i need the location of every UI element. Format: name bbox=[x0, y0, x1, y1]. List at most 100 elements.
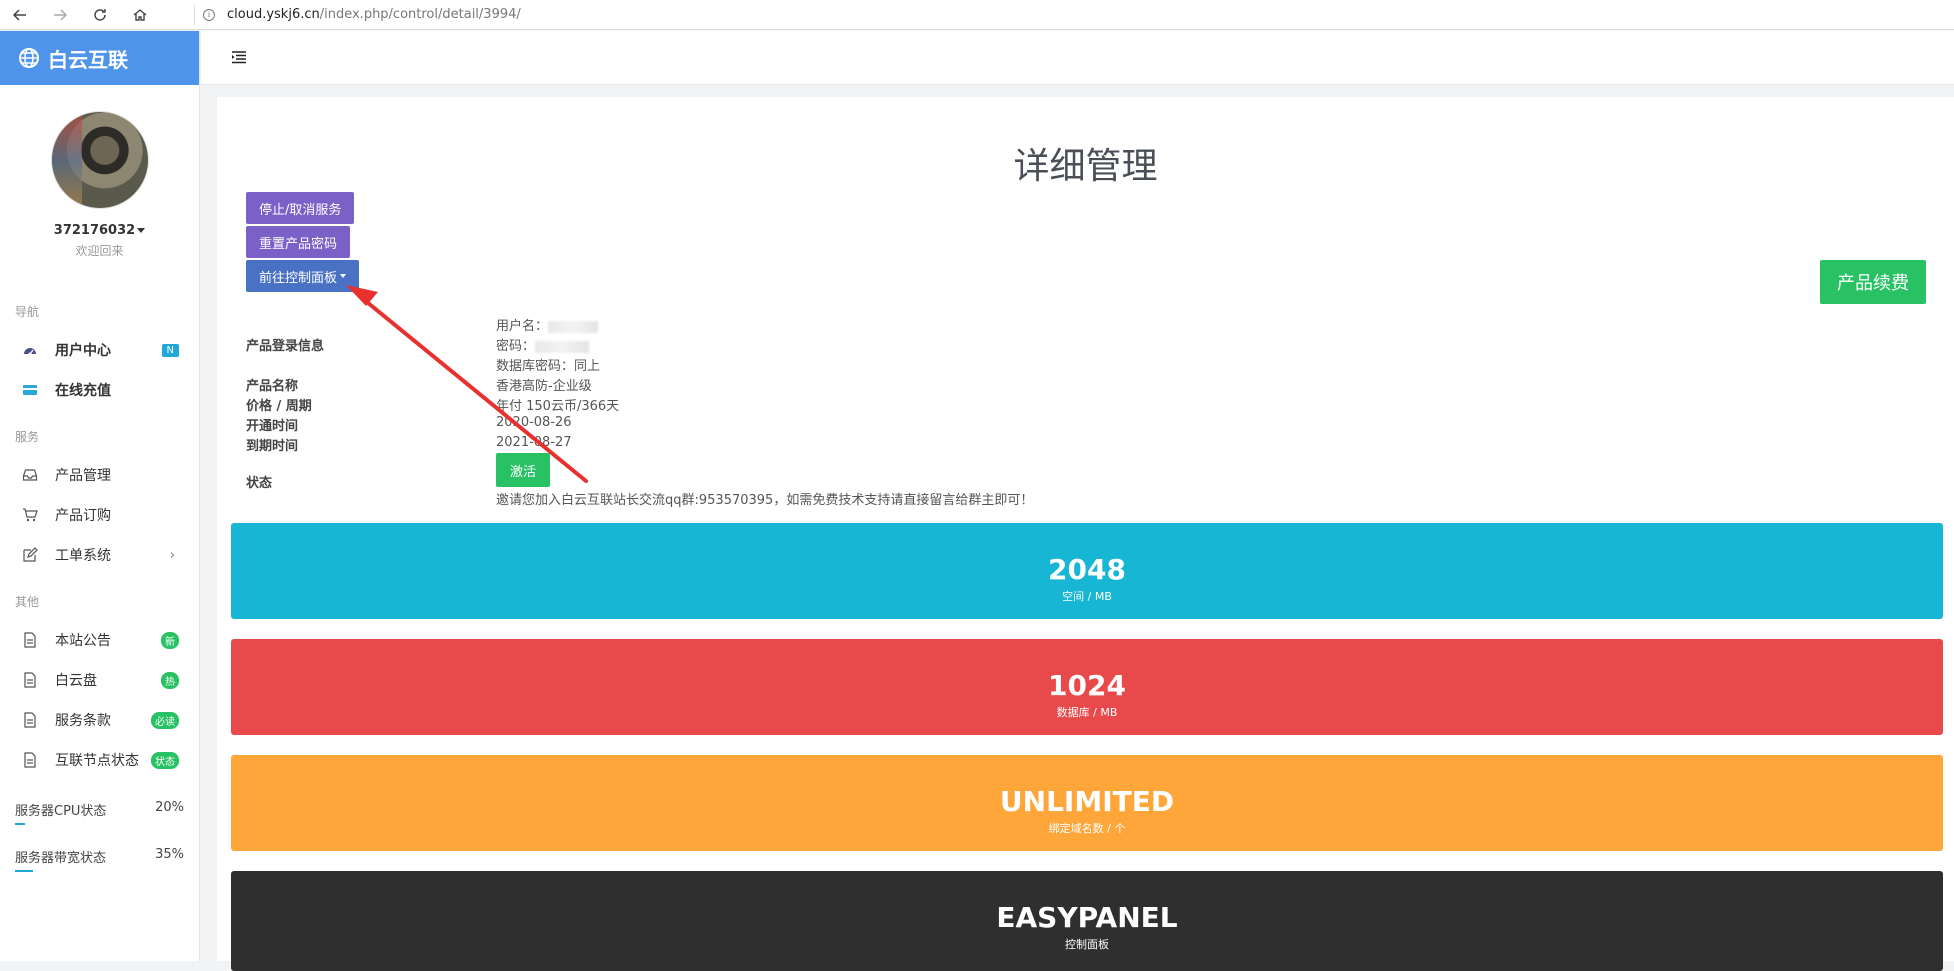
edit-icon bbox=[22, 547, 38, 563]
hot-badge: 热 bbox=[161, 671, 179, 689]
expire-date-value: 2021-08-27 bbox=[496, 435, 572, 450]
reset-password-label: 重置产品密码 bbox=[259, 236, 338, 252]
disk-space-value: 2048 bbox=[1048, 553, 1126, 586]
sidebar-item-terms[interactable]: 服务条款 必读 bbox=[0, 700, 199, 740]
detail-card: 详细管理 停止/取消服务 重置产品密码 前往控制面板 产品续费 用户名： 产品登… bbox=[217, 97, 1954, 971]
top-header bbox=[201, 31, 1954, 85]
database-value: 1024 bbox=[1048, 669, 1126, 702]
control-panel-label: 前往控制面板 bbox=[259, 270, 338, 286]
new-badge: N bbox=[161, 343, 179, 357]
sidebar-item-user-center[interactable]: 用户中心 N bbox=[0, 330, 199, 370]
sidebar-item-ticket-system[interactable]: 工单系统 › bbox=[0, 535, 199, 575]
bandwidth-status-label: 服务器带宽状态 bbox=[15, 851, 107, 866]
price-value: 年付 150云币/366天 bbox=[496, 399, 620, 414]
open-date-label: 开通时间 bbox=[246, 419, 299, 434]
sidebar-item-label: 互联节点状态 bbox=[55, 753, 139, 769]
sidebar-item-product-order[interactable]: 产品订购 bbox=[0, 495, 199, 535]
product-name-label: 产品名称 bbox=[246, 379, 299, 394]
open-date-value: 2020-08-26 bbox=[496, 415, 572, 430]
stop-service-button[interactable]: 停止/取消服务 bbox=[246, 192, 355, 224]
forward-button[interactable] bbox=[40, 0, 80, 30]
cpu-progress-bar bbox=[15, 823, 184, 825]
browser-toolbar: i cloud.yskj6.cn/index.php/control/detai… bbox=[0, 0, 1954, 30]
back-button[interactable] bbox=[0, 0, 40, 30]
product-name-value: 香港高防-企业级 bbox=[496, 379, 592, 394]
username-label: 用户名： bbox=[496, 319, 549, 334]
caret-down-icon bbox=[340, 274, 347, 278]
welcome-text: 欢迎回来 bbox=[75, 244, 124, 258]
domains-card: UNLIMITED 绑定域名数 / 个 bbox=[231, 755, 1943, 851]
caret-down-icon bbox=[137, 228, 146, 233]
status-badge: 状态 bbox=[151, 751, 179, 769]
sidebar-item-label: 产品管理 bbox=[55, 468, 111, 484]
new-badge: 新 bbox=[161, 631, 179, 649]
menu-toggle-icon[interactable] bbox=[231, 50, 247, 64]
sidebar-item-node-status[interactable]: 互联节点状态 状态 bbox=[0, 740, 199, 780]
control-panel-card: EASYPANEL 控制面板 bbox=[231, 871, 1943, 971]
url-host: cloud.yskj6.cn bbox=[227, 7, 320, 22]
username-dropdown[interactable]: 372176032 bbox=[0, 223, 199, 238]
redacted-username bbox=[548, 320, 599, 333]
home-button[interactable] bbox=[120, 0, 160, 30]
sidebar-item-label: 产品订购 bbox=[55, 508, 111, 524]
activate-button[interactable]: 激活 bbox=[496, 453, 550, 487]
brand-name: 白云互联 bbox=[48, 47, 128, 72]
address-bar[interactable]: cloud.yskj6.cn/index.php/control/detail/… bbox=[227, 7, 521, 22]
chevron-right-icon: › bbox=[169, 547, 175, 563]
sidebar-item-label: 白云盘 bbox=[55, 673, 97, 689]
sidebar-item-label: 在线充值 bbox=[55, 383, 111, 399]
sidebar-item-announcements[interactable]: 本站公告 新 bbox=[0, 620, 199, 660]
renew-button[interactable]: 产品续费 bbox=[1820, 260, 1926, 304]
redacted-password bbox=[535, 340, 590, 353]
login-info-label: 产品登录信息 bbox=[246, 339, 325, 354]
bandwidth-progress-bar bbox=[15, 870, 184, 872]
document-icon bbox=[22, 752, 38, 768]
reload-icon bbox=[94, 8, 106, 21]
user-profile: 372176032 欢迎回来 bbox=[0, 85, 199, 259]
username: 372176032 bbox=[53, 223, 136, 238]
page-title: 详细管理 bbox=[1013, 146, 1158, 187]
inbox-icon bbox=[22, 467, 38, 483]
home-icon bbox=[133, 8, 147, 21]
password-label: 密码： bbox=[496, 339, 536, 354]
sidebar-item-label: 本站公告 bbox=[55, 633, 111, 649]
document-icon bbox=[22, 632, 38, 648]
cpu-status-value: 20% bbox=[155, 800, 184, 815]
control-panel-value: EASYPANEL bbox=[996, 901, 1178, 934]
credit-card-icon bbox=[22, 382, 38, 398]
status-label: 状态 bbox=[246, 476, 273, 491]
section-title-service: 服务 bbox=[15, 430, 40, 444]
bandwidth-status: 服务器带宽状态 35% bbox=[0, 847, 199, 872]
control-panel-type-label: 控制面板 bbox=[1065, 938, 1109, 951]
reset-password-button[interactable]: 重置产品密码 bbox=[246, 226, 351, 258]
control-panel-button[interactable]: 前往控制面板 bbox=[246, 260, 360, 292]
avatar[interactable] bbox=[50, 111, 149, 209]
toolbar-divider bbox=[194, 4, 195, 25]
login-username: 用户名： bbox=[496, 315, 599, 334]
reload-button[interactable] bbox=[80, 0, 120, 30]
domains-value: UNLIMITED bbox=[999, 785, 1175, 818]
brand-logo[interactable]: 白云互联 bbox=[0, 31, 199, 85]
disk-space-card: 2048 空间 / MB bbox=[231, 523, 1943, 619]
domains-label: 绑定域名数 / 个 bbox=[1048, 822, 1126, 835]
cpu-status-label: 服务器CPU状态 bbox=[15, 804, 107, 819]
info-icon[interactable]: i bbox=[203, 8, 215, 21]
database-label: 数据库 / MB bbox=[1056, 706, 1118, 719]
arrow-right-icon bbox=[54, 8, 68, 21]
url-path: /index.php/control/detail/3994/ bbox=[319, 7, 521, 22]
sidebar-item-recharge[interactable]: 在线充值 bbox=[0, 370, 199, 410]
sidebar: 白云互联 372176032 欢迎回来 导航 用户中心 N 在线充值 服务 产品… bbox=[0, 31, 200, 961]
sidebar-item-label: 用户中心 bbox=[55, 343, 111, 359]
dashboard-icon bbox=[22, 342, 38, 358]
cpu-status: 服务器CPU状态 20% bbox=[0, 800, 199, 825]
section-title-other: 其他 bbox=[15, 595, 40, 609]
sidebar-item-product-management[interactable]: 产品管理 bbox=[0, 455, 199, 495]
arrow-left-icon bbox=[12, 8, 26, 21]
sidebar-item-cloud-disk[interactable]: 白云盘 热 bbox=[0, 660, 199, 700]
login-password: 密码： bbox=[496, 335, 590, 354]
sidebar-item-label: 工单系统 bbox=[55, 548, 111, 564]
section-title-nav: 导航 bbox=[15, 305, 40, 319]
cart-icon bbox=[22, 507, 38, 523]
qq-group-notice: 邀请您加入白云互联站长交流qq群:953570395，如需免费技术支持请直接留言… bbox=[496, 493, 1034, 508]
globe-icon bbox=[19, 48, 39, 68]
